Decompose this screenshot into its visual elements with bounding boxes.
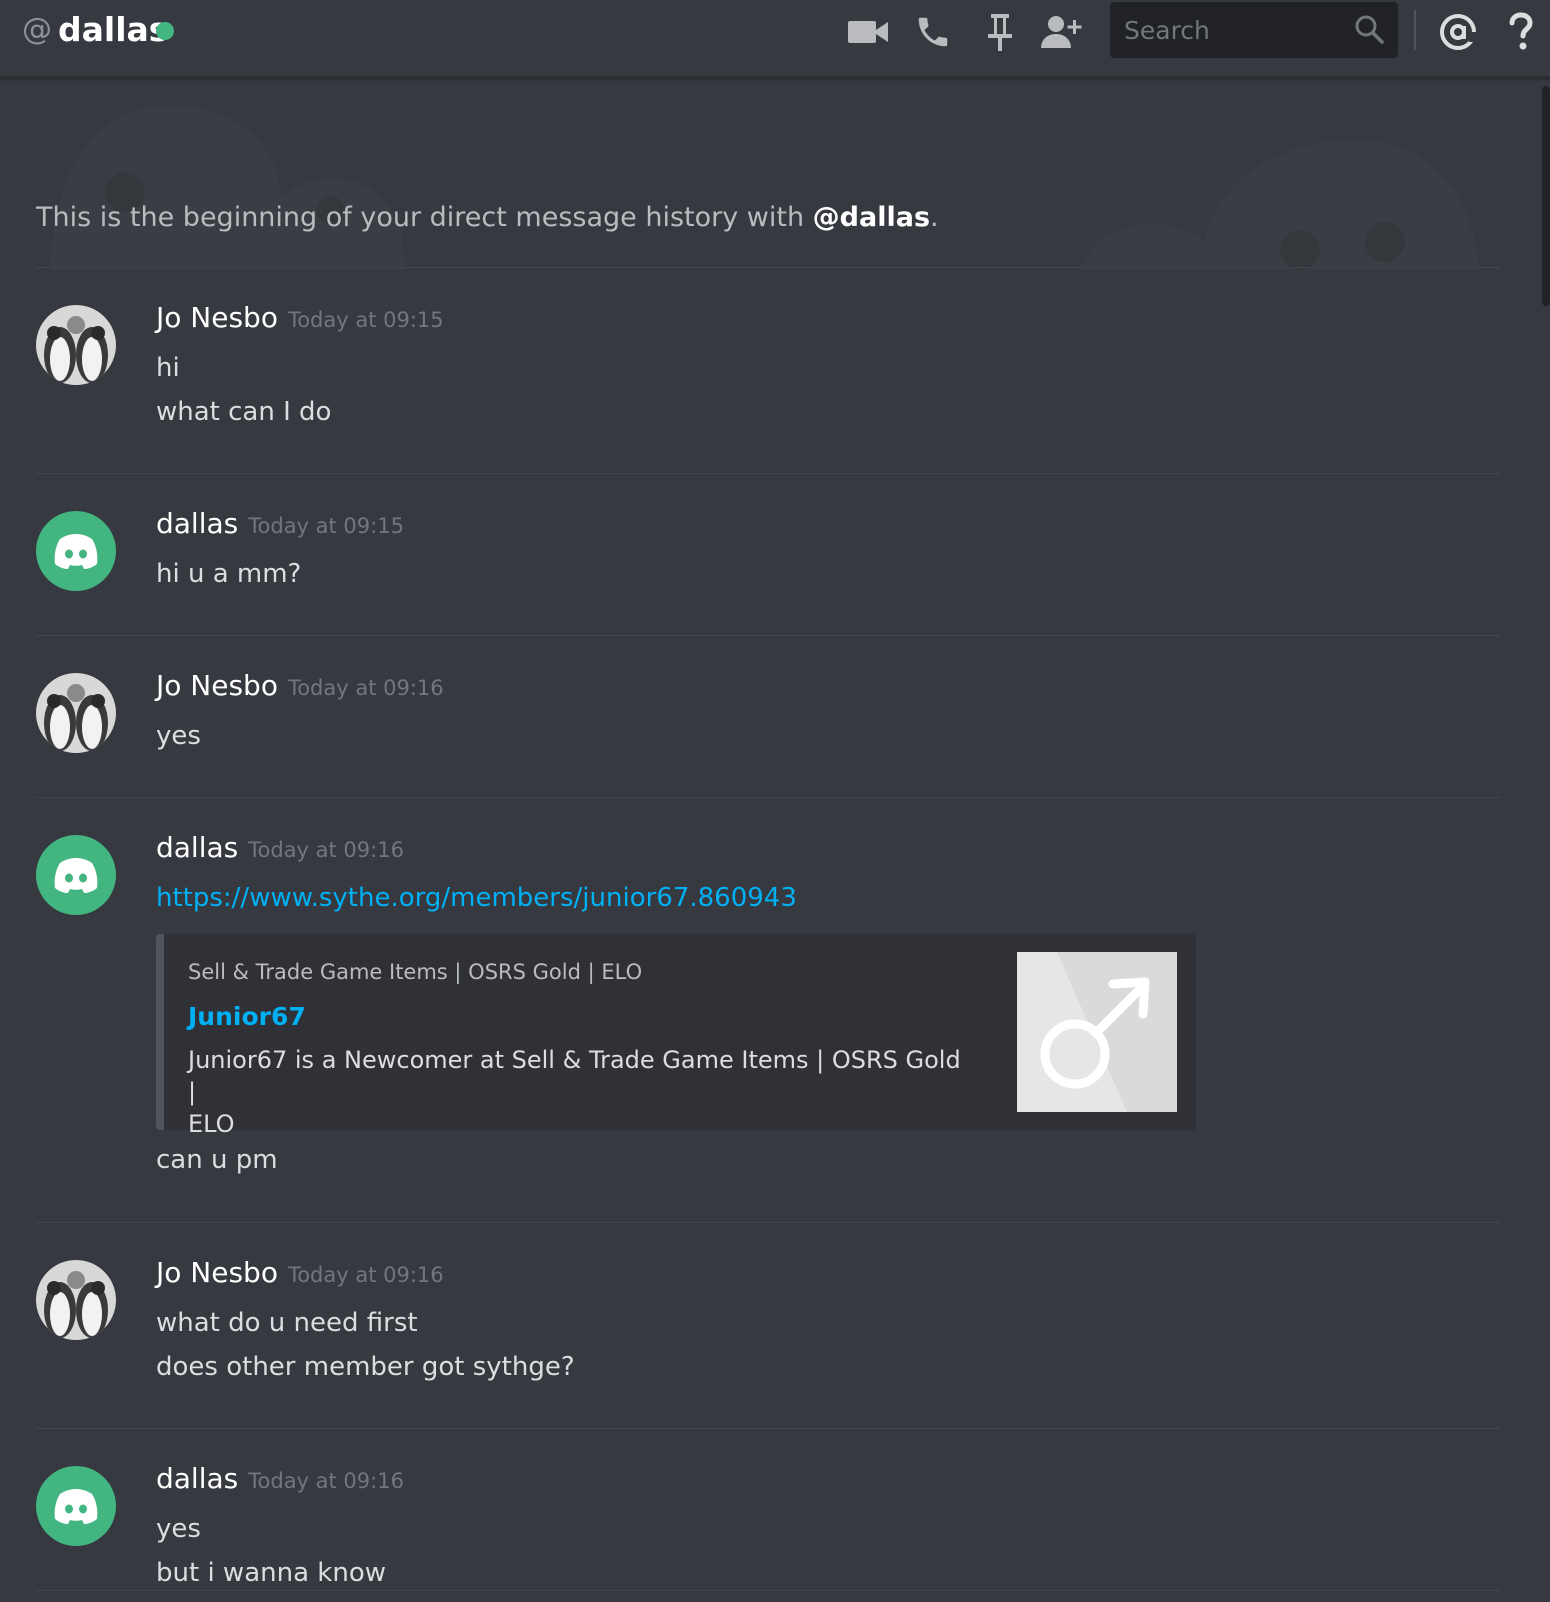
background-wumpus-art: [50, 105, 1480, 270]
message-text: what can I do: [156, 397, 332, 427]
message-timestamp: Today at 09:16: [248, 1469, 404, 1493]
male-symbol-icon: [1040, 952, 1177, 1112]
discord-avatar[interactable]: [36, 511, 116, 591]
divider: [36, 1428, 1500, 1429]
divider: [36, 473, 1500, 474]
message-link[interactable]: https://www.sythe.org/members/junior67.8…: [156, 883, 797, 913]
search-box[interactable]: [1110, 2, 1398, 58]
help-icon[interactable]: [1499, 10, 1543, 54]
dm-intro-text: This is the beginning of your direct mes…: [36, 202, 939, 233]
divider: [36, 797, 1500, 798]
pin-icon[interactable]: [978, 10, 1022, 54]
embed-title[interactable]: Junior67: [188, 1002, 306, 1031]
message-author[interactable]: dallas Today at 09:16: [156, 1462, 404, 1495]
divider: [36, 635, 1500, 636]
dm-username[interactable]: dallas: [58, 10, 168, 49]
embed-description: Junior67 is a Newcomer at Sell & Trade G…: [188, 1044, 968, 1140]
header-divider: [1414, 10, 1416, 50]
embed-provider[interactable]: Sell & Trade Game Items | OSRS Gold | EL…: [188, 960, 642, 984]
add-friend-icon[interactable]: [1040, 10, 1084, 54]
dm-intro: This is the beginning of your direct mes…: [0, 80, 1550, 270]
message-timestamp: Today at 09:16: [287, 676, 444, 700]
intro-mention[interactable]: @dallas: [813, 202, 930, 233]
message-link-line: https://www.sythe.org/members/junior67.8…: [156, 883, 797, 913]
discord-avatar[interactable]: [36, 1466, 116, 1546]
search-input[interactable]: [1110, 2, 1350, 58]
search-icon[interactable]: [1354, 14, 1384, 48]
phone-icon[interactable]: [911, 10, 955, 54]
message-text: hi: [156, 353, 180, 383]
mention-icon[interactable]: [1436, 10, 1480, 54]
embed-description-line: Junior67 is a Newcomer at Sell & Trade G…: [188, 1046, 961, 1106]
online-status-dot: [156, 22, 174, 40]
message-author[interactable]: Jo Nesbo Today at 09:16: [156, 669, 444, 702]
embed-description-line: ELO: [188, 1110, 235, 1138]
link-embed: Sell & Trade Game Items | OSRS Gold | EL…: [156, 934, 1196, 1138]
message-text: yes: [156, 1514, 201, 1544]
at-symbol: @: [22, 12, 52, 47]
message-timestamp: Today at 09:15: [287, 308, 444, 332]
message-text: hi u a mm?: [156, 559, 302, 589]
penguin-avatar[interactable]: [36, 673, 116, 753]
intro-prefix: This is the beginning of your direct mes…: [36, 202, 813, 233]
message-author[interactable]: dallas Today at 09:16: [156, 831, 404, 864]
message-author[interactable]: Jo Nesbo Today at 09:15: [156, 301, 444, 334]
intro-suffix: .: [930, 202, 939, 233]
divider: [36, 1222, 1500, 1223]
message-author[interactable]: dallas Today at 09:15: [156, 507, 404, 540]
penguin-avatar[interactable]: [36, 1260, 116, 1340]
message-text: but i wanna know: [156, 1558, 386, 1588]
divider: [36, 1590, 1500, 1591]
message-timestamp: Today at 09:16: [287, 1263, 444, 1287]
embed-thumbnail[interactable]: [1017, 952, 1177, 1112]
penguin-avatar[interactable]: [36, 305, 116, 385]
message-text: yes: [156, 721, 201, 751]
video-camera-icon[interactable]: [846, 10, 890, 54]
message-text: what do u need first: [156, 1308, 418, 1338]
message-text: can u pm: [156, 1145, 278, 1175]
divider: [36, 267, 1500, 268]
discord-avatar[interactable]: [36, 835, 116, 915]
message-timestamp: Today at 09:16: [248, 838, 404, 862]
message-author[interactable]: Jo Nesbo Today at 09:16: [156, 1256, 444, 1289]
message-timestamp: Today at 09:15: [248, 514, 404, 538]
message-text: does other member got sythge?: [156, 1352, 575, 1382]
channel-header: @ dallas: [0, 0, 1550, 78]
